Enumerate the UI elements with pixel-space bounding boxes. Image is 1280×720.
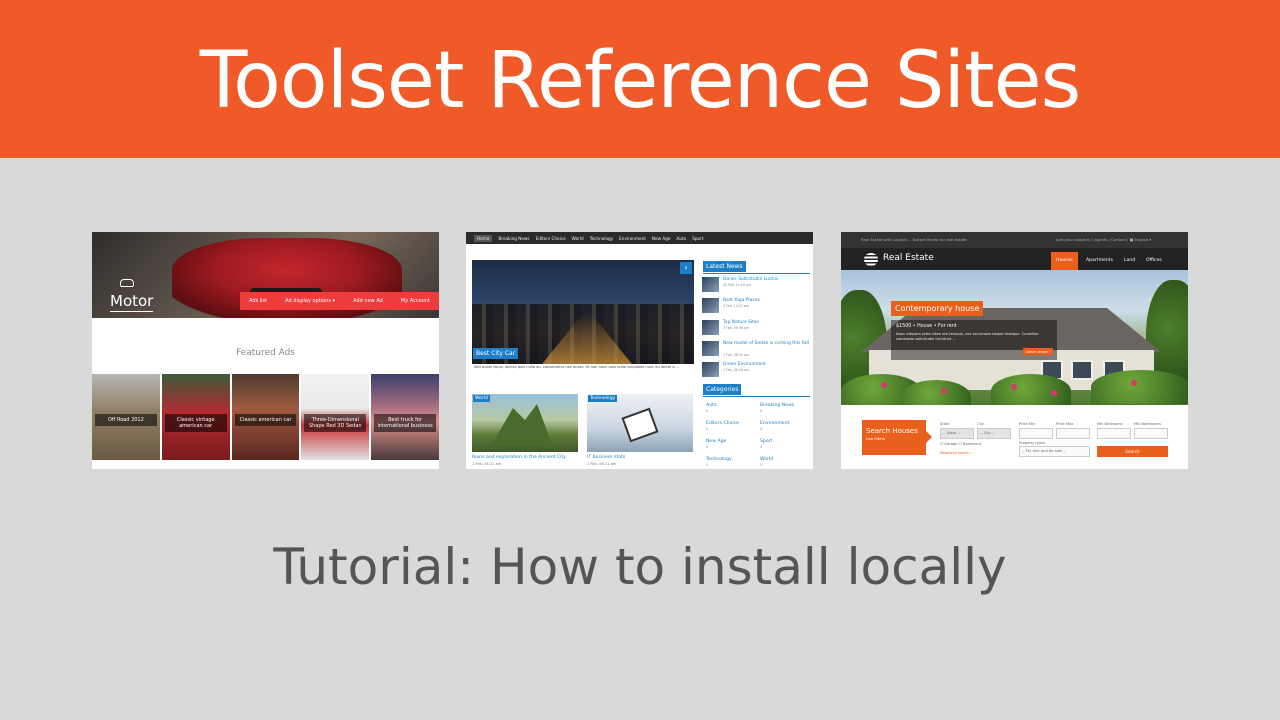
category-link: Editors Choice: [706, 421, 740, 426]
motor-site-screenshot[interactable]: Motor Ads list Ad display options ▾ Add …: [92, 232, 439, 469]
motor-nav-my-account: My Account: [400, 298, 430, 304]
min-bedrooms-label: Min Bedrooms: [1097, 422, 1123, 426]
world-article-date: 1 Feb, 04:21 am: [472, 462, 502, 466]
re-top-links: Add your property | Agents | Contact | ■…: [1056, 237, 1152, 242]
car-logo-icon: [120, 279, 134, 287]
news-nav-environment: Environment: [619, 235, 646, 241]
category-link: Technology: [706, 457, 732, 462]
state-select: -- State --: [940, 428, 974, 439]
search-button: Search: [1097, 446, 1168, 457]
ad-card-title: Classic american car: [234, 414, 297, 426]
technology-article-image: [587, 394, 693, 452]
category-link: Breaking News: [760, 403, 795, 408]
re-nav-houses: Houses: [1051, 252, 1078, 270]
ad-card: Classic american car: [231, 374, 300, 460]
hero-price: $1500 • House • For rent: [896, 324, 957, 329]
re-nav-apartments: Apartments: [1086, 258, 1113, 263]
motor-nav-ad-display-options: Ad display options ▾: [285, 298, 336, 304]
ad-card-title: Off Road 2012: [95, 414, 157, 426]
min-bedrooms-input: [1097, 428, 1131, 439]
motor-nav-add-new-ad: Add new Ad: [353, 298, 383, 304]
re-nav-land: Land: [1124, 258, 1136, 263]
chevron-right-icon: ›: [680, 262, 692, 274]
ad-card-title: Classic vintage american car: [164, 414, 227, 432]
property-types-label: Property types: [1019, 441, 1046, 445]
news-nav-breaking-news: Breaking News: [498, 235, 530, 241]
category-link: Auto: [706, 403, 717, 408]
news-nav-world: World: [571, 235, 584, 241]
state-label: State: [940, 422, 950, 426]
category-link: New Age: [706, 439, 727, 444]
featured-excerpt: Sed quam lacus, lacinia quis nulla eu, c…: [474, 365, 680, 369]
news-nav-new-age: New Age: [651, 235, 671, 241]
garage-basement-checkboxes: ☐ Garage ☐ Basement: [940, 442, 982, 446]
min-bathrooms-input: [1134, 428, 1168, 439]
category-link: World: [760, 457, 774, 462]
re-logo: Real Estate: [883, 253, 934, 263]
price-max-input: [1056, 428, 1090, 439]
re-top-tagline: Real Estate with Layouts – Toolset theme…: [861, 237, 967, 242]
category-link: Environment: [760, 421, 790, 426]
motor-nav: Ads list Ad display options ▾ Add new Ad…: [240, 292, 439, 310]
technology-article-date: 1 Feb, 06:11 am: [587, 462, 617, 466]
advanced-search-link: Advanced search ›: [940, 451, 972, 455]
price-max-label: Price Max: [1056, 422, 1074, 426]
city-label: City: [977, 422, 985, 426]
news-nav-sport: Sport: [692, 235, 704, 241]
latest-news-heading: Latest News: [703, 261, 746, 272]
re-nav-offices: Offices: [1146, 258, 1162, 263]
news-nav-auto: Auto: [676, 235, 687, 241]
min-bathrooms-label: Min Bathrooms: [1134, 422, 1162, 426]
latest-news-item: Best Yoga Places 3 Feb, 14:27 pm: [702, 298, 810, 316]
ad-card-title: Three-Dimensional Shape Red 3D Sedan: [304, 414, 367, 432]
city-select: -- City --: [977, 428, 1011, 439]
world-article-image: [472, 394, 578, 452]
search-houses-subtitle: Use filters: [866, 436, 886, 441]
category-link: Sport: [760, 439, 773, 444]
ad-card-title: Best truck for international business: [374, 414, 436, 432]
world-article-title: Ruins and exploration in the Ancient Cit…: [472, 455, 566, 460]
featured-caption: Best City Car: [473, 348, 519, 359]
world-tag: World: [473, 395, 490, 402]
latest-news-item: Green Environment 1 Feb, 06:18 am: [702, 362, 810, 380]
categories-heading: Categories: [703, 384, 742, 395]
technology-tag: Technology: [588, 395, 618, 402]
latest-news-item: New model of Sedan is coming this Fall 1…: [702, 341, 810, 359]
search-houses-title: Search Houses: [866, 427, 918, 435]
news-site-screenshot[interactable]: Home Breaking News Editors Choice World …: [466, 232, 813, 469]
motor-nav-ads-list: Ads list: [249, 298, 268, 304]
ad-card: Classic vintage american car: [161, 374, 230, 460]
hero-property-title: Contemporary house: [891, 301, 984, 316]
hero-description: Nunc aliquam justo vitae nisl tempus, ne…: [896, 332, 1039, 341]
ad-card: Three-Dimensional Shape Red 3D Sedan: [301, 374, 370, 460]
arrow-right-icon: [926, 431, 932, 443]
real-estate-site-screenshot[interactable]: Real Estate with Layouts – Toolset theme…: [841, 232, 1188, 469]
featured-ads-heading: Featured Ads: [236, 348, 295, 358]
technology-article-title: IT business stats: [587, 455, 626, 460]
news-nav: Home Breaking News Editors Choice World …: [466, 232, 813, 244]
ad-card: Best truck for international business: [371, 374, 439, 460]
learn-more-button: Learn more ›: [1023, 348, 1054, 355]
property-types-select: -- For rent and for sale --: [1019, 446, 1090, 457]
title-banner: Toolset Reference Sites: [0, 0, 1280, 158]
latest-news-item: Top Nature Sites 3 Feb, 09:36 am: [702, 320, 810, 338]
price-min-label: Price Min: [1019, 422, 1036, 426]
banner-title: Toolset Reference Sites: [199, 36, 1081, 126]
globe-logo-icon: [864, 253, 878, 266]
price-min-input: [1019, 428, 1053, 439]
latest-news-item: Donec Sollicitudin Luctus 25 Feb, 11:54 …: [702, 277, 810, 295]
tutorial-subtitle: Tutorial: How to install locally: [273, 538, 1007, 596]
motor-logo: Motor: [110, 292, 154, 312]
featured-ads-grid: Off Road 2012 Classic vintage american c…: [92, 374, 439, 460]
ad-card: Off Road 2012: [92, 374, 160, 460]
news-nav-home: Home: [474, 234, 493, 242]
news-nav-technology: Technology: [589, 235, 614, 241]
news-nav-editors-choice: Editors Choice: [535, 235, 566, 241]
